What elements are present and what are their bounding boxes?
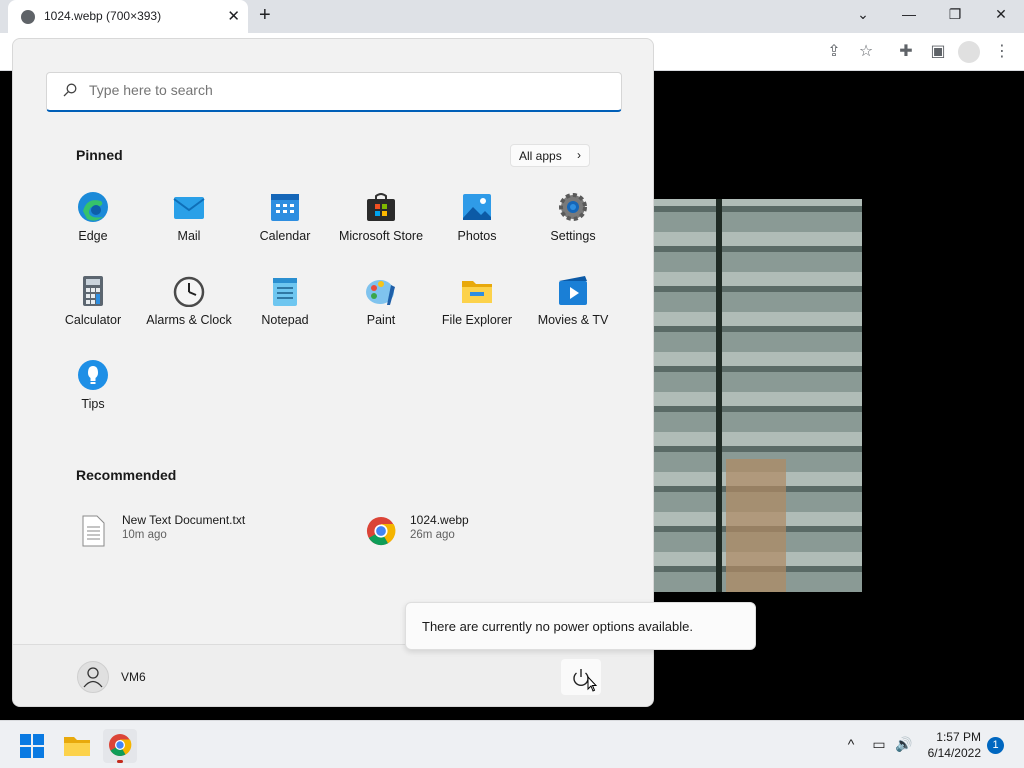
user-icon[interactable] — [77, 661, 109, 693]
start-footer: VM6 — [13, 644, 653, 706]
user-name: VM6 — [121, 670, 146, 684]
calculator-icon — [83, 276, 103, 306]
pinned-app-file-explorer[interactable]: File Explorer — [429, 275, 525, 351]
text-file-icon — [82, 515, 105, 547]
pinned-app-paint[interactable]: Paint — [333, 275, 429, 351]
folder-icon — [64, 737, 90, 756]
notepad-icon — [273, 278, 297, 306]
notification-badge[interactable]: 1 — [987, 737, 1004, 754]
pinned-app-movies-tv[interactable]: Movies & TV — [525, 275, 621, 351]
pinned-app-edge[interactable]: Edge — [45, 191, 141, 267]
browser-tabstrip: 1024.webp (700×393) ✕ + ⌄ — ❐ ✕ — [0, 0, 1024, 33]
pinned-app-photos[interactable]: Photos — [429, 191, 525, 267]
volume-icon[interactable]: 🔊 — [895, 736, 913, 753]
pinned-app-notepad[interactable]: Notepad — [237, 275, 333, 351]
lightbulb-icon — [78, 360, 108, 390]
recommended-name: New Text Document.txt — [122, 513, 246, 527]
windows-logo-icon — [20, 734, 44, 758]
windows-start-icon[interactable] — [15, 729, 49, 763]
pinned-app-tips[interactable]: Tips — [45, 359, 141, 435]
clock-time[interactable]: 1:57 PM — [936, 730, 981, 744]
chrome-icon — [109, 734, 132, 763]
extensions-icon[interactable]: ✚ — [895, 41, 917, 61]
gear-icon — [559, 193, 587, 221]
app-label: Tips — [81, 397, 105, 411]
search-input[interactable] — [89, 82, 589, 98]
app-label: Movies & TV — [537, 313, 609, 327]
displayed-image — [654, 199, 862, 592]
pinned-app-microsoft-store[interactable]: Microsoft Store — [333, 191, 429, 267]
pinned-app-settings[interactable]: Settings — [525, 191, 621, 267]
app-label: Settings — [550, 229, 596, 243]
start-search-box[interactable] — [46, 72, 622, 112]
search-icon — [63, 83, 77, 97]
sidepanel-icon[interactable]: ▣ — [927, 41, 949, 61]
clock-icon — [173, 276, 205, 307]
pinned-app-calculator[interactable]: Calculator — [45, 275, 141, 351]
store-icon — [367, 193, 395, 221]
power-icon — [573, 669, 598, 692]
photos-icon — [463, 194, 491, 220]
globe-icon — [21, 10, 35, 24]
person-icon — [83, 667, 103, 688]
tab-search-icon[interactable]: ⌄ — [851, 6, 875, 23]
minimize-button[interactable]: — — [897, 6, 921, 22]
restore-button[interactable]: ❐ — [943, 6, 967, 23]
recommended-time: 26m ago — [410, 529, 455, 541]
chrome-taskbar-icon[interactable] — [103, 729, 137, 763]
browser-tab[interactable]: 1024.webp (700×393) ✕ — [8, 0, 248, 33]
power-tooltip: There are currently no power options ava… — [405, 602, 756, 650]
pinned-app-alarms-clock[interactable]: Alarms & Clock — [141, 275, 237, 351]
all-apps-label: All apps — [519, 149, 562, 163]
calendar-icon — [271, 194, 299, 221]
mail-icon — [173, 197, 205, 219]
movies-icon — [559, 276, 587, 305]
paint-icon — [366, 280, 395, 305]
tab-title: 1024.webp (700×393) — [44, 9, 162, 23]
recommended-time: 10m ago — [122, 529, 167, 541]
network-icon[interactable]: ▭ — [870, 736, 888, 753]
recommended-item[interactable]: New Text Document.txt 10m ago — [78, 511, 328, 553]
tray-overflow-icon[interactable]: ^ — [842, 736, 860, 752]
power-button[interactable] — [561, 659, 601, 695]
recommended-name: 1024.webp — [410, 513, 469, 527]
new-tab-button[interactable]: + — [259, 4, 271, 27]
folder-icon — [462, 281, 492, 303]
chrome-icon — [366, 516, 396, 546]
clock-date[interactable]: 6/14/2022 — [928, 746, 981, 760]
pinned-heading: Pinned — [76, 147, 123, 163]
star-icon[interactable]: ☆ — [855, 41, 877, 61]
tab-close-icon[interactable]: ✕ — [227, 7, 240, 25]
file-explorer-icon[interactable] — [60, 729, 94, 763]
all-apps-button[interactable]: All apps › — [510, 144, 590, 167]
recommended-item[interactable]: 1024.webp 26m ago — [366, 511, 566, 553]
pinned-app-calendar[interactable]: Calendar — [237, 191, 333, 267]
window-close-button[interactable]: ✕ — [989, 6, 1013, 23]
recommended-heading: Recommended — [76, 467, 177, 483]
profile-icon[interactable] — [958, 41, 980, 63]
menu-icon[interactable]: ⋮ — [991, 41, 1013, 61]
taskbar: ^ ▭ 🔊 1:57 PM 6/14/2022 1 — [0, 720, 1024, 768]
chevron-right-icon: › — [577, 148, 581, 162]
share-icon[interactable]: ⇪ — [823, 41, 845, 61]
edge-icon — [78, 192, 108, 222]
pinned-app-mail[interactable]: Mail — [141, 191, 237, 267]
